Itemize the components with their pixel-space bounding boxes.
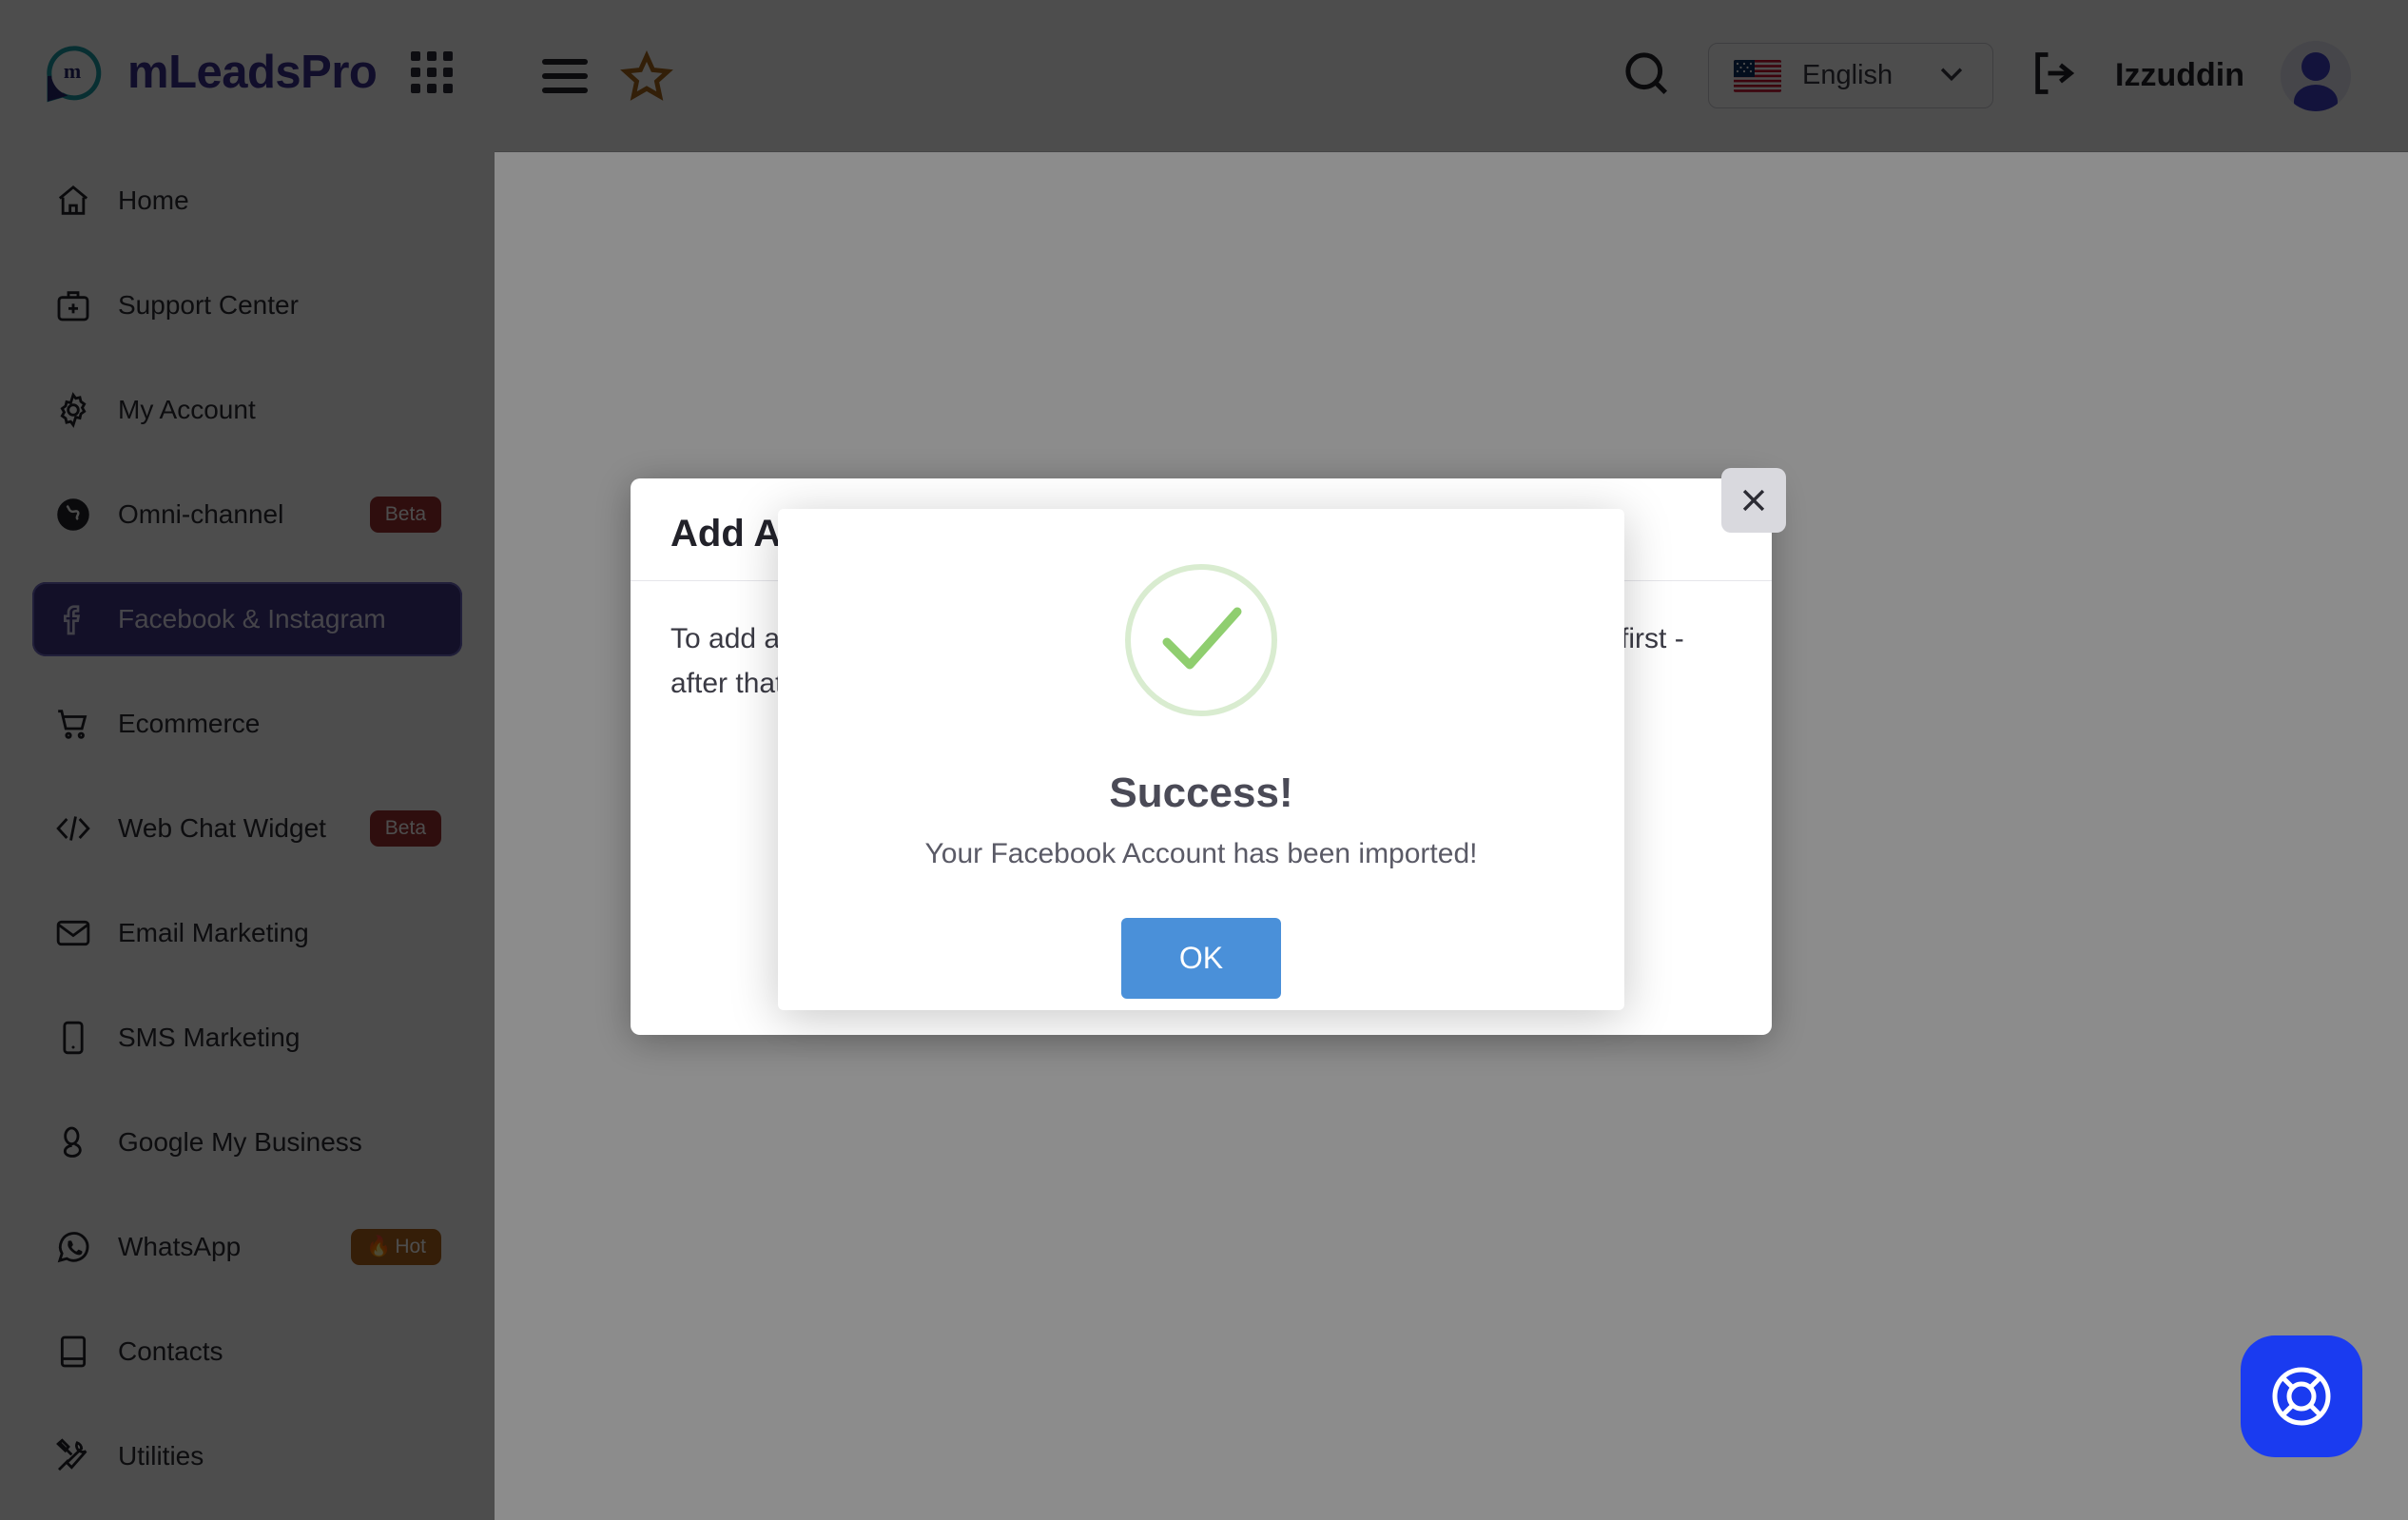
lifebuoy-icon (2272, 1367, 2331, 1426)
close-icon[interactable] (1721, 468, 1786, 533)
check-mark (1125, 564, 1277, 716)
check-circle-icon (1125, 564, 1277, 716)
app-root: English Izzuddin m mLeadsPro Home Suppor… (0, 0, 2408, 1520)
success-message: Your Facebook Account has been imported! (924, 838, 1478, 869)
success-modal: Success! Your Facebook Account has been … (778, 509, 1624, 1010)
ok-button[interactable]: OK (1121, 918, 1281, 999)
success-title: Success! (1109, 770, 1293, 816)
support-widget-button[interactable] (2241, 1335, 2362, 1457)
